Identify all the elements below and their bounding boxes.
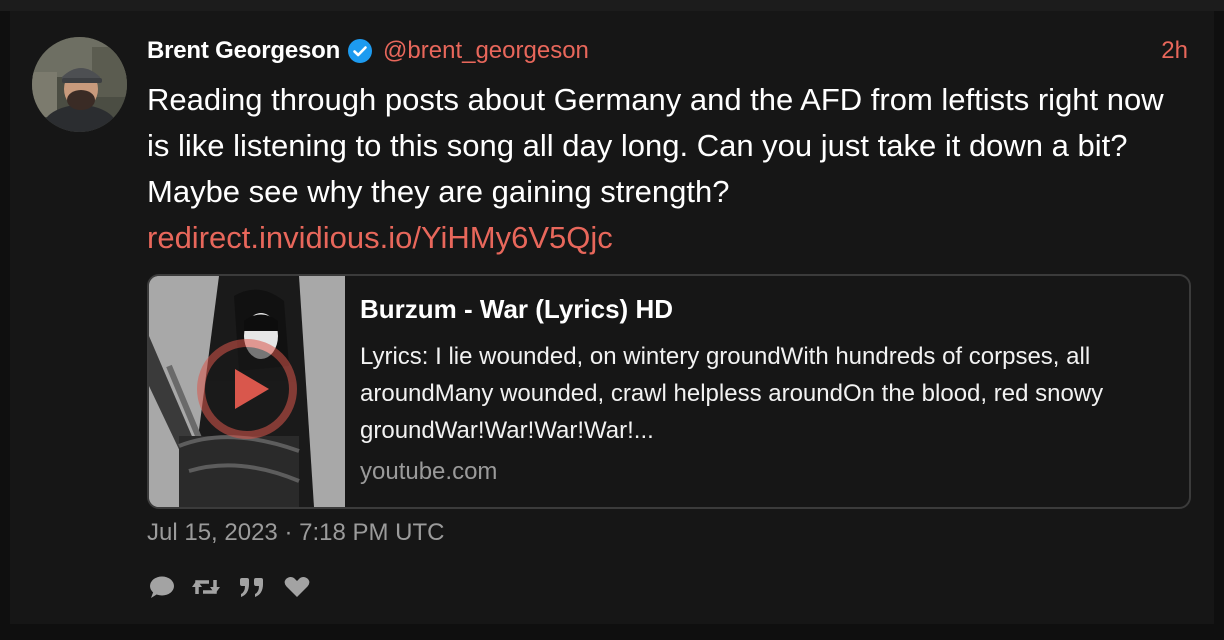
quote-icon[interactable] <box>237 574 267 600</box>
username[interactable]: @brent_georgeson <box>383 37 589 65</box>
top-strip <box>0 0 1224 11</box>
tweet-text: Reading through posts about Germany and … <box>147 82 1164 209</box>
fullname[interactable]: Brent Georgeson <box>147 37 340 65</box>
page: Brent Georgeson @brent_georgeson 2h Read… <box>0 0 1224 640</box>
card-domain: youtube.com <box>360 458 498 485</box>
card-description: Lyrics: I lie wounded, on wintery ground… <box>360 343 1104 444</box>
tweet-link[interactable]: redirect.invidious.io/YiHMy6V5Qjc <box>147 215 1187 261</box>
tweet-time[interactable]: 2h <box>1161 33 1188 69</box>
tweet: Brent Georgeson @brent_georgeson 2h Read… <box>10 11 1214 624</box>
retweet-icon[interactable] <box>191 574 221 600</box>
verified-badge-icon <box>347 38 373 64</box>
card-title[interactable]: Burzum - War (Lyrics) HD <box>360 294 673 325</box>
play-icon[interactable] <box>149 276 345 507</box>
heart-icon[interactable] <box>283 574 311 600</box>
tweet-content: Reading through posts about Germany and … <box>147 77 1187 261</box>
avatar[interactable] <box>32 37 127 132</box>
reply-icon[interactable] <box>147 574 175 600</box>
tweet-date[interactable]: Jul 15, 2023 · 7:18 PM UTC <box>147 519 444 547</box>
tweet-actions <box>147 573 327 601</box>
card-thumbnail[interactable] <box>149 276 345 507</box>
avatar-image <box>32 37 127 132</box>
tweet-header: Brent Georgeson @brent_georgeson <box>147 33 589 69</box>
link-card[interactable]: Burzum - War (Lyrics) HD Lyrics: I lie w… <box>147 274 1191 509</box>
